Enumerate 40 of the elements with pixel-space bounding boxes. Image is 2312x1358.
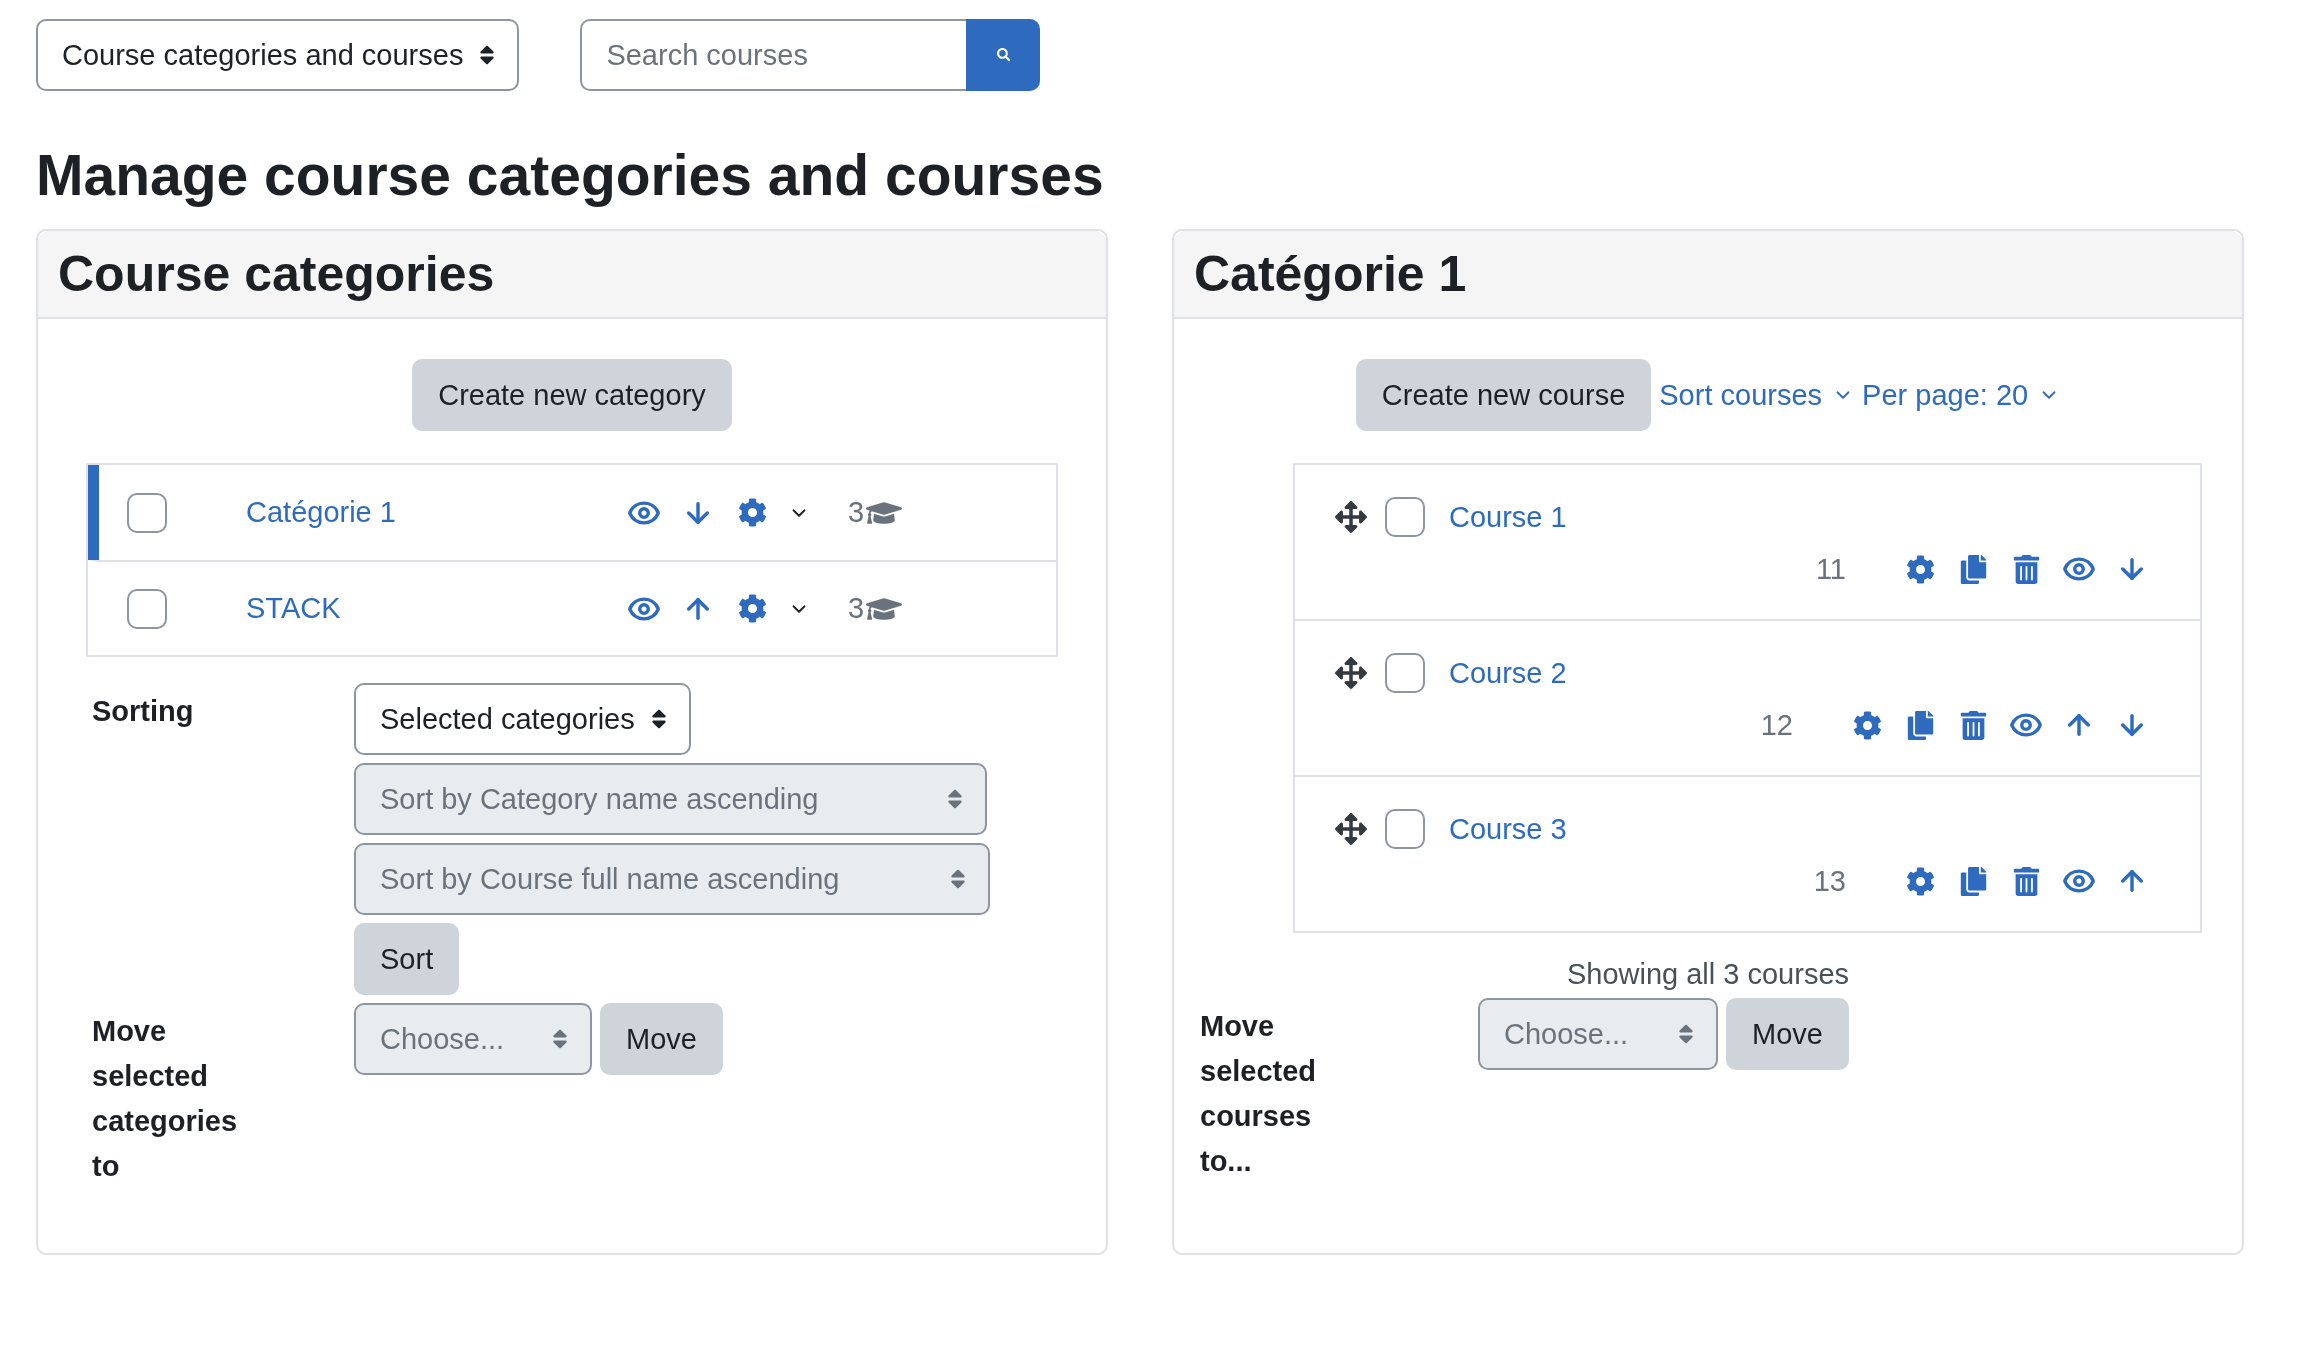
course-id: 11 bbox=[1815, 552, 1846, 586]
form-label: Move selected categories to bbox=[92, 1014, 239, 1185]
course-link[interactable]: Course 1 bbox=[1449, 500, 1567, 534]
course-count: 3 bbox=[848, 592, 865, 626]
category-link[interactable]: STACK bbox=[246, 592, 626, 626]
panel-title: Catégorie 1 bbox=[1194, 245, 1467, 304]
checkbox[interactable] bbox=[1385, 809, 1425, 850]
move-button[interactable]: Move bbox=[600, 1003, 723, 1076]
sort-button[interactable]: Sort bbox=[354, 923, 460, 996]
move-icon[interactable] bbox=[1335, 501, 1367, 534]
course-id: 12 bbox=[1760, 708, 1793, 742]
search-button[interactable] bbox=[966, 19, 1041, 91]
category-row[interactable]: STACK 3 bbox=[88, 560, 1056, 656]
checkbox[interactable] bbox=[1385, 653, 1425, 694]
checkbox[interactable] bbox=[127, 588, 167, 629]
category-link[interactable]: Catégorie 1 bbox=[246, 496, 626, 530]
checkbox[interactable] bbox=[127, 492, 167, 533]
move-icon[interactable] bbox=[1335, 657, 1367, 690]
course-link[interactable]: Course 2 bbox=[1449, 656, 1567, 690]
category-row[interactable]: Catégorie 1 3 bbox=[88, 465, 1056, 561]
form-label: Move selected courses to... bbox=[1200, 1009, 1318, 1179]
move-icon[interactable] bbox=[1335, 813, 1367, 846]
page-title: Manage course categories and courses bbox=[36, 142, 1105, 209]
course-id: 13 bbox=[1813, 864, 1846, 898]
search-icon bbox=[996, 48, 1011, 62]
create-course-button[interactable]: Create new course bbox=[1355, 359, 1652, 432]
panel-title: Course categories bbox=[58, 245, 495, 304]
select-field[interactable]: Selected categories bbox=[354, 683, 691, 756]
form-label: Sorting bbox=[92, 694, 195, 730]
sort-caret-icon bbox=[479, 43, 496, 67]
courses-summary: Showing all 3 courses bbox=[1565, 957, 1851, 993]
per-page-link[interactable]: Per page: 20 bbox=[1862, 378, 2061, 412]
course-link[interactable]: Course 3 bbox=[1449, 812, 1567, 846]
create-category-button[interactable]: Create new category bbox=[412, 359, 732, 432]
move-button[interactable]: Move bbox=[1726, 998, 1849, 1071]
course-count: 3 bbox=[848, 496, 865, 530]
search-field[interactable]: Search courses bbox=[580, 19, 967, 91]
checkbox[interactable] bbox=[1385, 497, 1425, 538]
sort-courses-link[interactable]: Sort courses bbox=[1659, 378, 1855, 412]
view-select[interactable]: Course categories and courses bbox=[36, 19, 520, 91]
